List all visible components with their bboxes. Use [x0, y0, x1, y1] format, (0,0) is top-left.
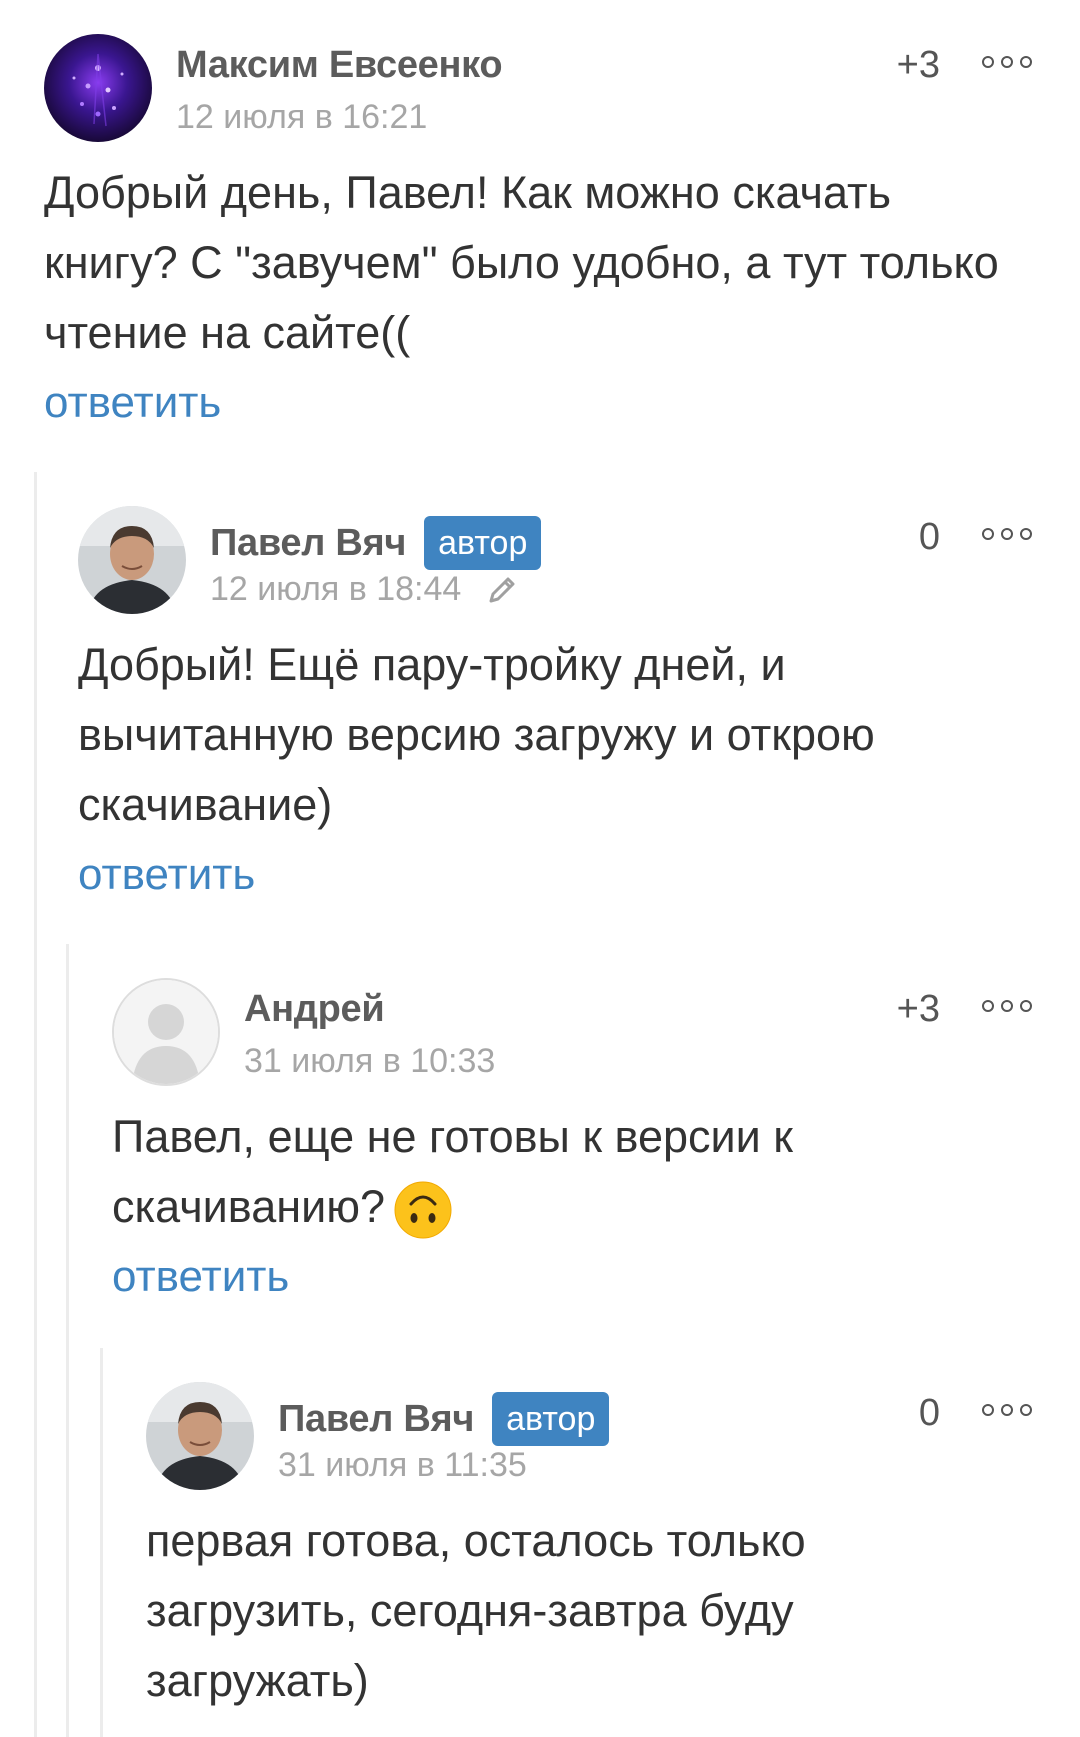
- comment: Павел Вяч автор 12 июля в 18:44 0 Добрый…: [0, 506, 1080, 910]
- comment-timestamp: 12 июля в 16:21: [176, 98, 428, 136]
- more-options-icon[interactable]: [982, 524, 1032, 544]
- author-badge: автор: [492, 1392, 610, 1446]
- comment-header: Павел Вяч автор 12 июля в 18:44 0: [78, 506, 1080, 618]
- comment: Павел Вяч автор 31 июля в 11:35 0 первая…: [0, 1382, 1080, 1716]
- user-photo-icon[interactable]: [146, 1382, 254, 1490]
- comment-score: 0: [918, 516, 940, 558]
- comment-text: Добрый! Ещё пару-тройку дней, и вычитанн…: [78, 639, 875, 830]
- comment-text: первая готова, осталось только загрузить…: [146, 1515, 806, 1706]
- author-badge: автор: [424, 516, 542, 570]
- comment-score: +3: [896, 44, 940, 86]
- reply-link[interactable]: ответить: [78, 840, 1080, 910]
- reply-link[interactable]: ответить: [112, 1242, 1080, 1312]
- comment: Максим Евсеенко 12 июля в 16:21 +3 Добры…: [0, 34, 1080, 438]
- reply-link[interactable]: ответить: [44, 368, 1080, 438]
- comment-score: +3: [896, 988, 940, 1030]
- comment: Андрей 31 июля в 10:33 +3 Павел, еще не …: [0, 978, 1080, 1312]
- user-photo-icon[interactable]: [78, 506, 186, 614]
- author-name[interactable]: Павел Вяч: [278, 1398, 474, 1441]
- comment-timestamp: 12 июля в 18:44: [210, 570, 462, 608]
- comment-header: Максим Евсеенко 12 июля в 16:21 +3: [44, 34, 1080, 146]
- comment-score: 0: [918, 1392, 940, 1434]
- upside-down-face-emoji-icon: [393, 1180, 453, 1240]
- more-options-icon[interactable]: [982, 52, 1032, 72]
- comment-timestamp: 31 июля в 11:35: [278, 1446, 527, 1484]
- default-user-avatar-icon[interactable]: [112, 978, 220, 1086]
- pencil-icon: [485, 573, 519, 607]
- author-name[interactable]: Андрей: [244, 988, 385, 1031]
- comment-header: Павел Вяч автор 31 июля в 11:35 0: [146, 1382, 1080, 1494]
- comment-text: Павел, еще не готовы к версии к скачиван…: [112, 1102, 1080, 1242]
- comment-text: Добрый день, Павел! Как можно скачать кн…: [44, 167, 999, 358]
- fireworks-avatar-icon[interactable]: [44, 34, 152, 142]
- comment-header: Андрей 31 июля в 10:33 +3: [112, 978, 1080, 1090]
- author-name[interactable]: Максим Евсеенко: [176, 44, 503, 87]
- more-options-icon[interactable]: [982, 996, 1032, 1016]
- author-name[interactable]: Павел Вяч: [210, 522, 406, 565]
- more-options-icon[interactable]: [982, 1400, 1032, 1420]
- comment-timestamp: 31 июля в 10:33: [244, 1042, 496, 1080]
